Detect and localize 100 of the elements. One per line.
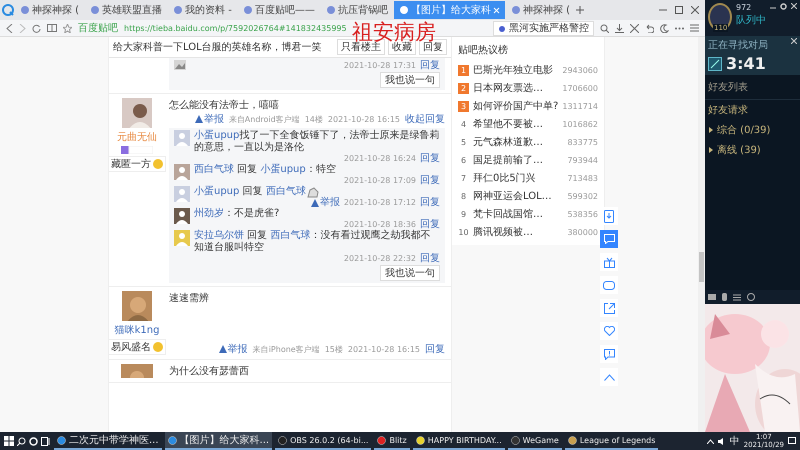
gift-button[interactable] [600,253,618,271]
hot-topic-link[interactable]: 巴斯光年独立电影 [473,63,558,77]
reply-time: 2021-10-28 17:09 [344,176,416,185]
speaker-icon[interactable] [718,438,726,444]
hot-topic-link[interactable]: 日本网友票选… [473,81,558,95]
reply-link[interactable]: 回复 [420,176,440,185]
reply-link[interactable]: 回复 [425,342,445,356]
maximize-icon[interactable] [675,6,683,14]
taskbar-item[interactable]: 【图片】给大家科... [164,432,272,450]
search-field[interactable]: 黑河实施严格警控 [493,20,594,36]
report-link[interactable]: 举报 [194,112,224,126]
taskbar-item[interactable]: HAPPY BIRTHDAY... [412,432,505,450]
heart-icon [604,326,614,336]
currency-amount: 972 [736,3,752,12]
reply-time: 2021-10-28 16:24 [344,154,416,163]
warning-icon [218,345,227,353]
back-icon[interactable] [6,24,13,32]
rank-number: 6 [460,154,468,166]
hot-topic-link[interactable]: 元气森林道歉… [473,135,564,149]
taskbar-item[interactable]: League of Legends [564,432,658,450]
tab-icon [20,5,30,15]
menu-icon[interactable] [690,24,699,32]
reload-icon[interactable] [32,24,41,32]
undo-icon[interactable] [645,24,654,32]
gear-icon[interactable] [780,3,787,10]
new-tab-icon[interactable] [576,6,584,14]
reply-text: 西白气球 回复 小蛋upup：特空 [194,164,336,176]
notification-icon[interactable] [788,437,796,445]
message-button[interactable] [600,230,618,248]
queue-icon [708,56,722,70]
taskbar-item[interactable]: OBS 26.0.2 (64-bi... [275,432,372,450]
report-link[interactable]: 举报 [310,198,340,207]
reply-link[interactable]: 回复 [420,60,440,70]
rank-number: 9 [460,208,468,220]
avatar [122,291,152,321]
friend-group[interactable]: 综合 (0/39) [705,120,800,140]
input-method[interactable]: 中 [730,434,740,448]
post-text: 速速需辨 [169,292,210,306]
tab-icon [510,5,521,15]
reply-link[interactable]: 回复 [420,220,440,229]
cortana-icon[interactable] [29,436,38,446]
back-to-top-button[interactable] [600,368,618,386]
hot-topic-link[interactable]: 腾讯视频被… [473,225,564,239]
mic-icon[interactable] [722,293,727,301]
caret-icon[interactable] [706,438,714,444]
post-time: 2021-10-28 16:15 [348,344,420,354]
friend-requests[interactable]: 好友请求 [705,100,800,120]
reply-time: 2021-10-28 17:31 [344,60,416,70]
username[interactable]: 猫咪k1ng [114,323,160,337]
comment-button[interactable]: 我也说一句 [380,265,440,281]
hot-topic-link[interactable]: 拜仁0比5门兴 [473,171,564,185]
taskbar-item[interactable]: 二次元中带学神医... [54,432,162,450]
heart-button[interactable] [600,322,618,340]
download-icon[interactable] [615,24,624,32]
hot-topic-link[interactable]: 国足提前输了… [473,153,564,167]
avatar [122,98,152,128]
tab-icon [326,5,336,15]
reply-link[interactable]: 回复 [420,154,440,163]
reply-link[interactable]: 收起回复 [405,112,445,126]
warning-icon [194,115,203,123]
tab-icon [173,5,184,15]
hot-count: 713483 [567,174,598,182]
post-text: 为什么没有瑟蕾西 [169,364,250,378]
expand-icon [708,147,714,153]
scrollbar[interactable] [698,37,705,432]
star-icon[interactable] [63,24,72,32]
post-text: 怎么能没有法帝士，嘻嘻 [169,98,280,112]
comment-button[interactable]: 我也说一句 [380,72,440,88]
moon-icon[interactable] [660,24,669,32]
windows-icon[interactable] [4,436,14,446]
hot-topic-link[interactable]: 如何评价国产中单? [473,99,558,113]
app-icon [278,436,288,444]
hot-topic-link[interactable]: 网神亚运会LOL… [473,189,564,203]
report-button[interactable] [600,345,618,363]
list-icon[interactable] [733,294,741,300]
close-icon[interactable] [691,6,699,14]
report-link[interactable]: 举报 [218,342,248,356]
app-icon [510,436,520,444]
help-icon[interactable] [747,293,755,301]
friends-header: 好友列表 [705,75,800,100]
level-badge-icon [121,146,153,154]
reader-icon[interactable] [47,24,57,32]
taskbar-item[interactable]: WeGame [508,432,562,450]
friend-group[interactable]: 离线 (39) [705,140,800,160]
hot-count: 1016862 [562,120,598,128]
task-view-icon[interactable] [41,436,51,446]
more-icon[interactable] [675,26,684,30]
hot-topic-link[interactable]: 梵卡回战国馆… [473,207,564,221]
hot-count: 380000 [567,228,598,236]
taskbar-item[interactable]: Blitz [374,432,410,450]
reply-link[interactable]: 回复 [420,254,440,263]
share-button[interactable] [600,299,618,317]
floor-number: 15楼 [324,344,343,354]
hot-topic-link[interactable]: 希望他不要被… [473,117,558,131]
gamepad-icon [603,280,615,290]
reply-link[interactable]: 回复 [420,198,440,207]
rank-number: 3 [458,100,469,112]
game-button[interactable] [600,276,618,294]
tab-icon [398,5,409,15]
scissors-icon[interactable] [630,24,639,32]
